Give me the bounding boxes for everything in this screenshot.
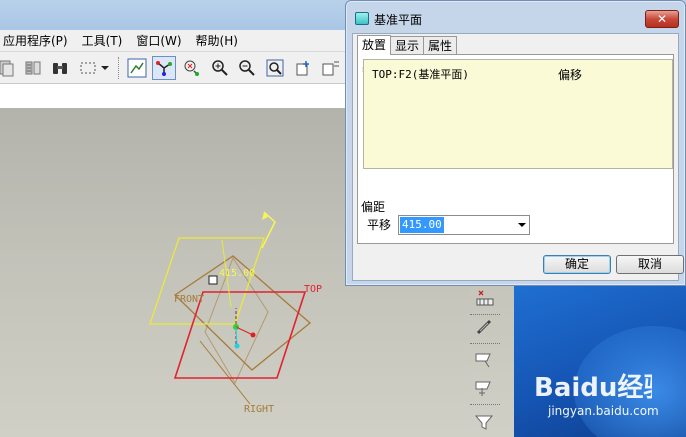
- close-button[interactable]: ✕: [645, 10, 679, 28]
- select-box-icon[interactable]: [76, 56, 100, 80]
- repaint-icon[interactable]: [291, 56, 315, 80]
- tab-properties[interactable]: 属性: [423, 36, 458, 55]
- datum-point-icon[interactable]: [472, 286, 496, 310]
- menu-window[interactable]: 窗口(W): [129, 32, 188, 49]
- toolbar-separator: [118, 57, 119, 79]
- watermark-url: jingyan.baidu.com: [548, 404, 659, 418]
- chain-icon[interactable]: [472, 316, 496, 340]
- reference-constraint-type[interactable]: 偏移: [558, 66, 582, 83]
- dialog-title-bar[interactable]: 基准平面 ✕: [346, 1, 685, 35]
- translate-value[interactable]: 415.00: [400, 217, 444, 233]
- zoom-fit-icon[interactable]: [263, 56, 287, 80]
- drag-handle[interactable]: [208, 275, 218, 285]
- right-plane-leader: [199, 340, 251, 405]
- menu-bar: 应用程序(P) 工具(T) 窗口(W) 帮助(H): [0, 30, 345, 52]
- copy-icon[interactable]: [0, 56, 18, 80]
- dialog-app-icon: [355, 12, 369, 25]
- cancel-button[interactable]: 取消: [616, 255, 684, 274]
- right-plane-label: RIGHT: [244, 404, 274, 415]
- datum-display-icon[interactable]: [152, 56, 176, 80]
- datum-plane-dialog: 基准平面 ✕ 放置 显示 属性 参照 TOP:F2(基准平面) 偏移 偏距 平移…: [345, 0, 686, 286]
- references-list[interactable]: TOP:F2(基准平面) 偏移: [363, 59, 673, 169]
- binoculars-icon[interactable]: [48, 56, 72, 80]
- top-plane-label: TOP: [304, 284, 322, 295]
- feature-toolbar-separator: [470, 404, 500, 405]
- tab-placement[interactable]: 放置: [357, 35, 392, 55]
- offset-dimension-label[interactable]: 415.00: [219, 268, 255, 279]
- toolbar-gap: [0, 84, 345, 108]
- chevron-down-icon[interactable]: [518, 223, 526, 227]
- front-plane-label: FRONT: [174, 294, 204, 305]
- spin-center-icon[interactable]: [180, 56, 204, 80]
- funnel-icon[interactable]: [472, 410, 496, 434]
- saved-view-icon[interactable]: [319, 56, 343, 80]
- tab-display[interactable]: 显示: [390, 36, 425, 55]
- ok-button[interactable]: 确定: [543, 255, 611, 274]
- feature-toolbar-separator: [470, 314, 500, 315]
- watermark-logo-text: Baidu经验: [534, 372, 652, 403]
- dropdown-arrow-icon[interactable]: [98, 56, 112, 80]
- baidu-jingyan-watermark: Baidu经验: [534, 372, 652, 403]
- paste-icon[interactable]: [21, 56, 45, 80]
- datum-plane-tool-icon[interactable]: [472, 348, 496, 372]
- menu-help[interactable]: 帮助(H): [189, 32, 245, 49]
- sketch-icon[interactable]: [125, 56, 149, 80]
- feature-toolbar: [470, 286, 534, 437]
- translate-label: 平移: [367, 218, 392, 232]
- zoom-out-icon[interactable]: [235, 56, 259, 80]
- translate-value-select[interactable]: 415.00: [398, 215, 530, 235]
- offset-label: 偏距: [361, 200, 386, 214]
- front-plane[interactable]: [149, 237, 265, 325]
- main-toolbar: [0, 52, 345, 84]
- menu-tools[interactable]: 工具(T): [75, 32, 130, 49]
- feature-toolbar-separator: [470, 343, 500, 344]
- menu-applications[interactable]: 应用程序(P): [0, 32, 75, 49]
- csys-axis-x: [235, 326, 254, 336]
- dialog-title: 基准平面: [374, 13, 423, 27]
- datum-axis-tool-icon[interactable]: [472, 376, 496, 400]
- reference-name[interactable]: TOP:F2(基准平面): [372, 66, 469, 82]
- tab-strip: 放置 显示 属性: [357, 35, 458, 55]
- zoom-in-icon[interactable]: [208, 56, 232, 80]
- dialog-body: 放置 显示 属性 参照 TOP:F2(基准平面) 偏移 偏距 平移 415.00…: [352, 33, 684, 281]
- close-icon: ✕: [656, 12, 668, 26]
